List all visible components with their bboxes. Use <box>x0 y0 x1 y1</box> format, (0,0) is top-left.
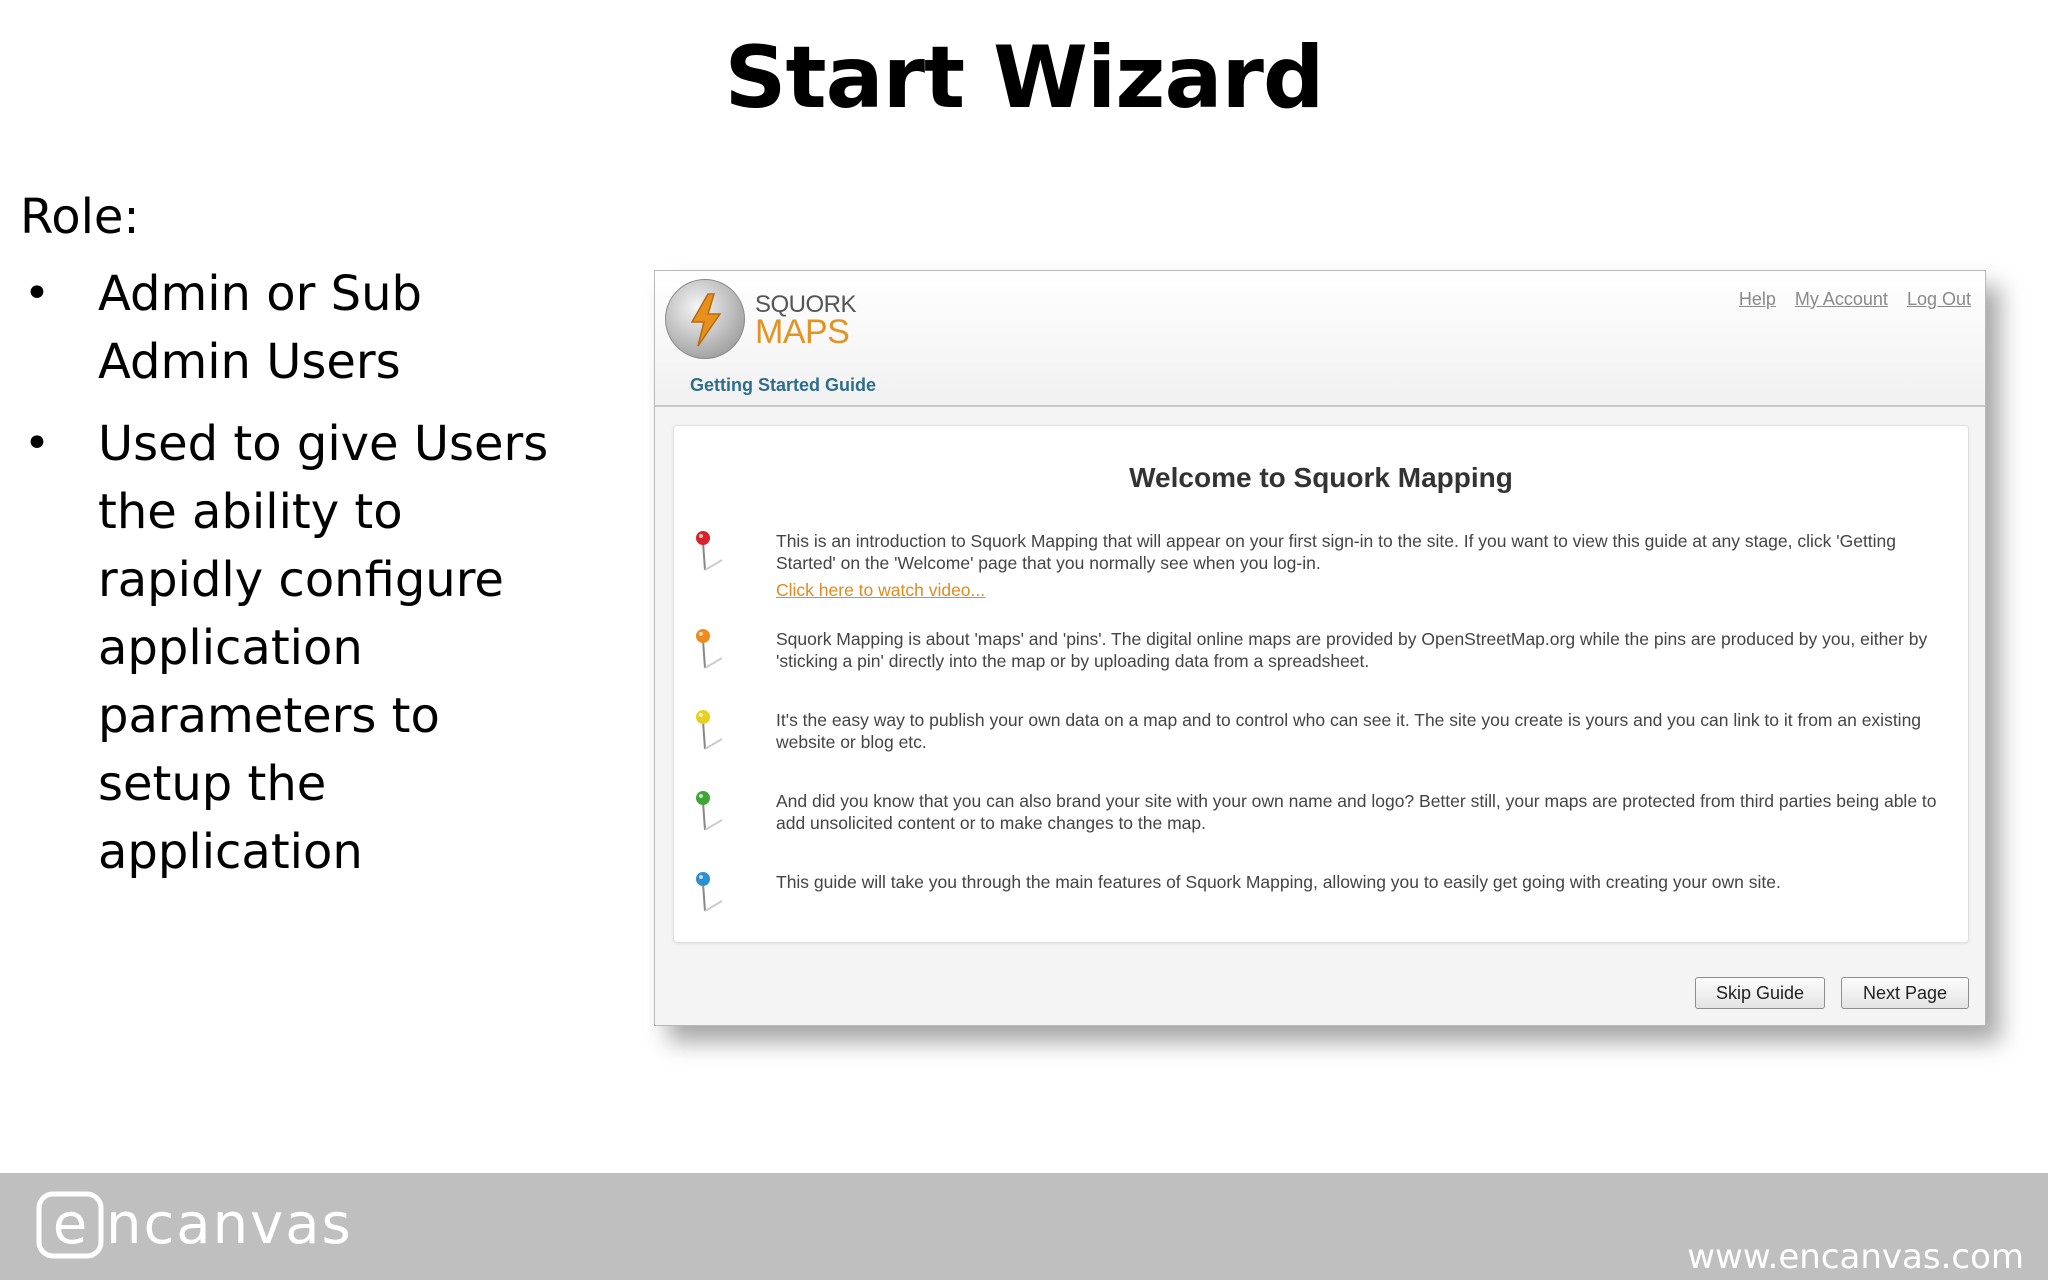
bullet-text: Admin or Sub Admin Users <box>98 266 422 390</box>
intro-text: And did you know that you can also brand… <box>776 791 1937 833</box>
yellow-pin-icon <box>696 710 723 750</box>
footer-url: www.encanvas.com <box>1687 1237 2024 1277</box>
app-screenshot: SQUORK MAPS Help My Account Log Out Gett… <box>654 270 1986 1026</box>
intro-text: Squork Mapping is about 'maps' and 'pins… <box>776 629 1928 671</box>
encanvas-logo: e ncanvas <box>36 1191 353 1259</box>
bullet-text: Used to give Users the ability to rapidl… <box>98 416 549 880</box>
intro-text: It's the easy way to publish your own da… <box>776 710 1922 752</box>
bullet-item: • Admin or Sub Admin Users <box>20 260 460 396</box>
red-pin-icon <box>696 531 723 571</box>
footer-bar: e ncanvas www.encanvas.com <box>0 1173 2048 1280</box>
top-links: Help My Account Log Out <box>1725 289 1971 310</box>
welcome-title: Welcome to Squork Mapping <box>1129 462 1513 493</box>
footer-brand-letter: e <box>53 1192 87 1257</box>
intro-text: This is an introduction to Squork Mappin… <box>776 531 1897 573</box>
slide-title: Start Wizard <box>724 28 1325 128</box>
bullet-item: • Used to give Users the ability to rapi… <box>20 410 580 886</box>
footer-brand-rest: ncanvas <box>106 1192 353 1257</box>
bullet-icon: • <box>24 268 50 319</box>
watch-video-link[interactable]: Click here to watch video... <box>776 579 1956 601</box>
squork-logo-icon <box>665 279 745 359</box>
welcome-panel: Welcome to Squork Mapping This is an int… <box>673 425 1969 943</box>
bullet-list: • Admin or Sub Admin Users • Used to giv… <box>20 260 580 886</box>
getting-started-guide-label: Getting Started Guide <box>690 375 877 395</box>
green-pin-icon <box>696 791 723 831</box>
intro-text: This guide will take you through the mai… <box>776 872 1781 892</box>
log-out-link[interactable]: Log Out <box>1907 289 1971 309</box>
role-label: Role: <box>20 189 140 245</box>
help-link[interactable]: Help <box>1739 289 1776 309</box>
my-account-link[interactable]: My Account <box>1795 289 1888 309</box>
orange-pin-icon <box>696 629 723 669</box>
role-section: Role: • Admin or Sub Admin Users • Used … <box>20 186 580 900</box>
logo-text-maps: MAPS <box>755 313 850 351</box>
blue-pin-icon <box>696 872 723 912</box>
bullet-icon: • <box>24 418 50 469</box>
app-header: SQUORK MAPS Help My Account Log Out Gett… <box>655 271 1985 407</box>
next-page-button[interactable]: Next Page <box>1841 977 1969 1009</box>
skip-guide-button[interactable]: Skip Guide <box>1695 977 1825 1009</box>
